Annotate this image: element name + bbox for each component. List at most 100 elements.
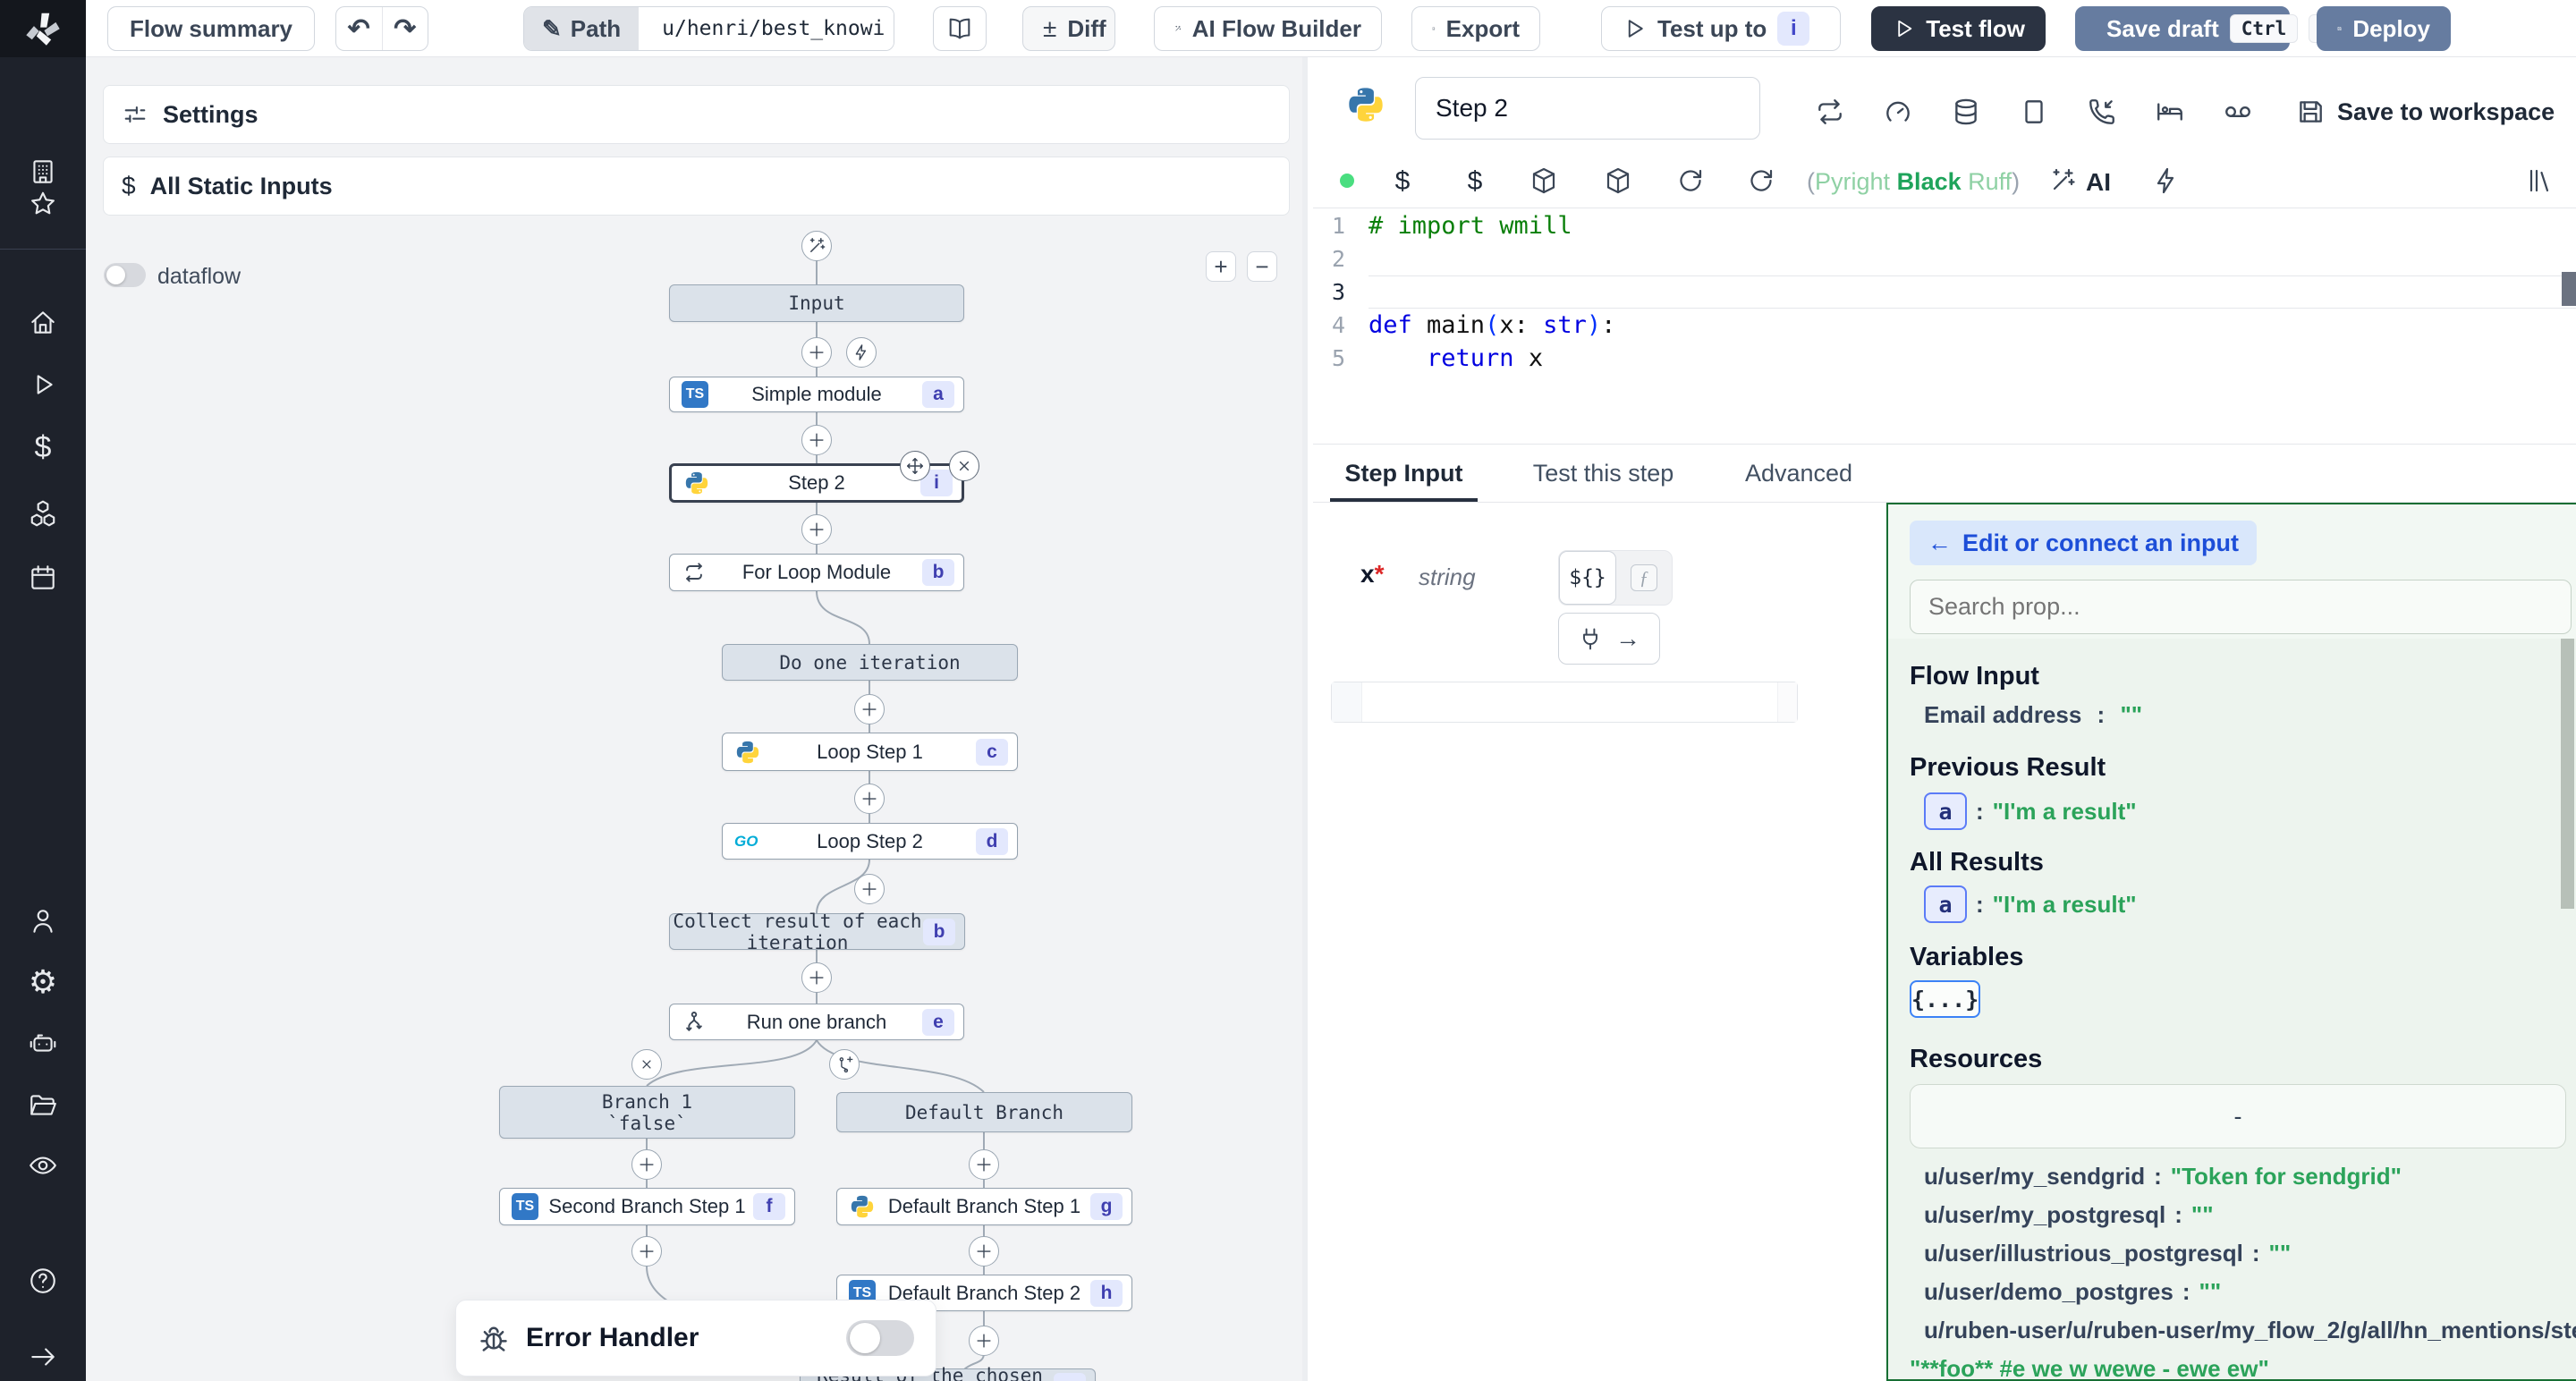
save-to-workspace-label[interactable]: Save to workspace xyxy=(2337,98,2555,126)
lightning-icon[interactable] xyxy=(2152,166,2181,195)
tab-advanced[interactable]: Advanced xyxy=(1741,445,1857,502)
tab-step-input[interactable]: Step Input xyxy=(1330,445,1478,502)
code-line[interactable]: 3 xyxy=(1313,275,2576,309)
save-icon[interactable] xyxy=(2295,97,2326,127)
expr-toggle-button[interactable]: ${} xyxy=(1559,551,1616,605)
add-step-button[interactable] xyxy=(801,337,832,368)
delete-node-button[interactable] xyxy=(949,451,979,481)
test-flow-button[interactable]: Test flow xyxy=(1871,6,2046,51)
add-step-button[interactable] xyxy=(969,1326,999,1356)
add-step-button[interactable] xyxy=(969,1149,999,1180)
package-icon[interactable] xyxy=(1530,166,1558,195)
prop-row-all-results[interactable]: a : "I'm a result" xyxy=(1924,885,2137,923)
reload-icon-2[interactable] xyxy=(1747,166,1775,195)
add-step-button[interactable] xyxy=(631,1236,662,1267)
ai-wand-circle-button[interactable] xyxy=(801,231,832,261)
mock-square-icon[interactable] xyxy=(2019,97,2049,127)
resource-filter-box[interactable]: - xyxy=(1910,1084,2566,1148)
path-input[interactable] xyxy=(649,7,894,50)
zoom-in-button[interactable]: + xyxy=(1206,251,1236,282)
resource-row[interactable]: u/user/illustrious_postgresql:"" xyxy=(1924,1240,2291,1267)
resource-row[interactable]: u/user/my_postgresql:"" xyxy=(1924,1201,2214,1229)
remove-branch-button[interactable] xyxy=(631,1049,662,1080)
resource-row[interactable]: u/ruben-user/u/ruben-user/my_flow_2/g/al… xyxy=(1924,1317,2576,1344)
sidebar-item-variables-icon[interactable]: $ xyxy=(28,432,58,462)
move-node-handle[interactable] xyxy=(900,451,930,481)
fn-toggle-button[interactable]: ƒ xyxy=(1616,551,1672,605)
add-step-button[interactable] xyxy=(801,514,832,545)
error-handler-toggle[interactable] xyxy=(846,1320,914,1356)
export-button[interactable]: Export xyxy=(1411,6,1540,51)
editor-scrollbar[interactable] xyxy=(2562,272,2576,306)
sidebar-item-schedules-icon[interactable] xyxy=(28,563,58,593)
code-line[interactable]: 4def main(x: str): xyxy=(1313,309,2576,342)
connect-input-button[interactable]: → xyxy=(1558,613,1660,665)
flow-node-default-branch-step1[interactable]: Default Branch Step 1 g xyxy=(836,1188,1132,1225)
flow-node-loop-step2[interactable]: GO Loop Step 2 d xyxy=(722,823,1018,860)
add-step-button[interactable] xyxy=(631,1149,662,1180)
resource-row[interactable]: u/user/my_sendgrid:"Token for sendgrid" xyxy=(1924,1163,2402,1190)
cache-database-icon[interactable] xyxy=(1951,97,1981,127)
path-label[interactable]: ✎ Path xyxy=(524,7,639,50)
save-draft-button[interactable]: Save draft Ctrl S xyxy=(2075,6,2290,51)
add-step-button[interactable] xyxy=(854,784,885,814)
settings-bar[interactable]: Settings xyxy=(103,85,1290,144)
resource-row[interactable]: "**foo** #e we w wewe - ewe ew" xyxy=(1910,1355,2269,1381)
flow-summary-button[interactable]: Flow summary xyxy=(107,6,315,51)
code-editor[interactable]: 1# import wmill234def main(x: str):5 ret… xyxy=(1313,209,2576,444)
flow-node-branch1[interactable]: Branch 1 `false` xyxy=(499,1086,795,1139)
sidebar-item-workers-robot-icon[interactable] xyxy=(28,1028,58,1058)
ai-label[interactable]: AI xyxy=(2086,168,2111,197)
docs-book-button[interactable] xyxy=(933,6,987,51)
add-step-button[interactable] xyxy=(854,694,885,724)
prop-row-previous-result[interactable]: a : "I'm a result" xyxy=(1924,792,2137,830)
package-icon-2[interactable] xyxy=(1604,166,1632,195)
collapse-arrow-right-icon[interactable] xyxy=(28,1342,58,1372)
all-static-inputs-bar[interactable]: $ All Static Inputs xyxy=(103,157,1290,216)
prop-row-variables[interactable]: {...} xyxy=(1910,980,1980,1018)
step-name-input[interactable] xyxy=(1415,77,1760,140)
add-step-button[interactable] xyxy=(854,874,885,904)
add-step-button[interactable] xyxy=(801,962,832,993)
result-chip[interactable]: a xyxy=(1924,885,1967,923)
test-up-to-button[interactable]: Test up to i xyxy=(1601,6,1841,51)
flow-node-default-branch[interactable]: Default Branch xyxy=(836,1092,1132,1132)
edit-or-connect-back-button[interactable]: ← Edit or connect an input xyxy=(1910,521,2257,565)
sidebar-item-home-icon[interactable] xyxy=(28,307,58,337)
sleep-bed-icon[interactable] xyxy=(2155,97,2185,127)
add-branch-button[interactable] xyxy=(829,1049,860,1080)
resource-row[interactable]: u/user/demo_postgres:"" xyxy=(1924,1278,2221,1306)
static-inputs-dollar-icon[interactable]: $ xyxy=(1388,166,1417,195)
deploy-button[interactable]: Deploy xyxy=(2317,6,2451,51)
prop-row-email[interactable]: Email address : "" xyxy=(1924,701,2142,729)
sidebar-item-runs-icon[interactable] xyxy=(28,369,58,400)
code-line[interactable]: 5 return x xyxy=(1313,342,2576,375)
retries-icon[interactable] xyxy=(1815,97,1845,127)
suspend-phone-icon[interactable] xyxy=(2087,97,2117,127)
workspace-building-icon[interactable] xyxy=(28,157,58,187)
flow-node-simple-module[interactable]: TS Simple module a xyxy=(669,377,964,412)
undo-icon[interactable]: ↶ xyxy=(336,13,382,45)
redo-icon[interactable]: ↷ xyxy=(383,13,428,45)
error-handler-bar[interactable]: Error Handler xyxy=(455,1300,936,1377)
flow-canvas[interactable]: Settings $ All Static Inputs dataflow + … xyxy=(86,57,1302,1381)
ai-flow-builder-button[interactable]: AI Flow Builder xyxy=(1154,6,1382,51)
code-line[interactable]: 2 xyxy=(1313,242,2576,275)
flow-node-run-one-branch[interactable]: Run one branch e xyxy=(669,1004,964,1040)
help-icon[interactable] xyxy=(28,1266,58,1296)
flow-node-input[interactable]: Input xyxy=(669,284,964,322)
windmill-logo-icon[interactable] xyxy=(0,0,86,57)
code-line[interactable]: 1# import wmill xyxy=(1313,209,2576,242)
diff-button[interactable]: ± Diff xyxy=(1022,6,1115,51)
connect-panel-scrollbar[interactable] xyxy=(2561,639,2574,909)
ai-wand-icon[interactable] xyxy=(2048,166,2077,195)
lifetime-voicemail-icon[interactable] xyxy=(2223,97,2253,127)
variables-object-chip[interactable]: {...} xyxy=(1910,980,1980,1018)
dataflow-toggle[interactable] xyxy=(104,263,146,287)
reload-icon[interactable] xyxy=(1676,166,1705,195)
flow-node-for-loop[interactable]: For Loop Module b xyxy=(669,554,964,591)
search-prop-input[interactable] xyxy=(1910,580,2572,634)
sidebar-item-users-icon[interactable] xyxy=(28,906,58,936)
flow-node-do-one-iteration[interactable]: Do one iteration xyxy=(722,644,1018,681)
trigger-lightning-button[interactable] xyxy=(846,337,877,368)
